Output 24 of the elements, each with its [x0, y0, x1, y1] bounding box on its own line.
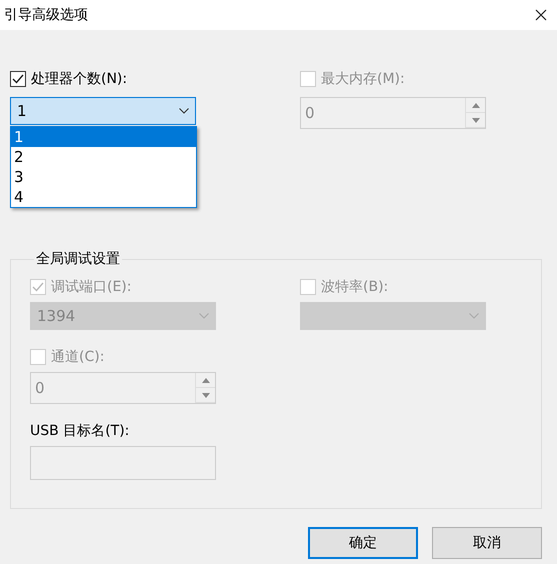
triangle-up-icon: [472, 102, 480, 108]
cancel-button[interactable]: 取消: [432, 527, 542, 559]
dropdown[interactable]: 1: [10, 97, 196, 125]
chevron-down-icon: [469, 313, 479, 319]
dropdown-option[interactable]: 2: [11, 147, 196, 167]
chevron-down-icon: [179, 108, 189, 114]
dropdown-option[interactable]: 4: [11, 187, 196, 207]
dropdown-option[interactable]: 3: [11, 167, 196, 187]
triangle-down-icon: [202, 392, 210, 398]
triangle-up-icon: [202, 378, 210, 382]
close-icon[interactable]: [535, 9, 547, 21]
ok-button[interactable]: 确定: [308, 527, 418, 559]
checkbox-label: 调试端口(E):: [51, 278, 132, 296]
window-title: 引导高级选项: [4, 6, 88, 24]
checkbox-label: 最大内存(M):: [321, 70, 405, 88]
dropdown-option[interactable]: 1: [11, 127, 196, 147]
field-label: USB 目标名(T):: [30, 422, 130, 440]
checkbox-label: 通道(C):: [51, 348, 104, 366]
group-title: 全局调试设置: [35, 250, 121, 268]
checkbox-label: 处理器个数(N):: [31, 70, 128, 88]
triangle-down-icon: [472, 118, 480, 122]
checkbox-label: 波特率(B):: [321, 278, 388, 296]
checkbox[interactable]: [10, 71, 26, 87]
chevron-down-icon: [199, 313, 209, 319]
